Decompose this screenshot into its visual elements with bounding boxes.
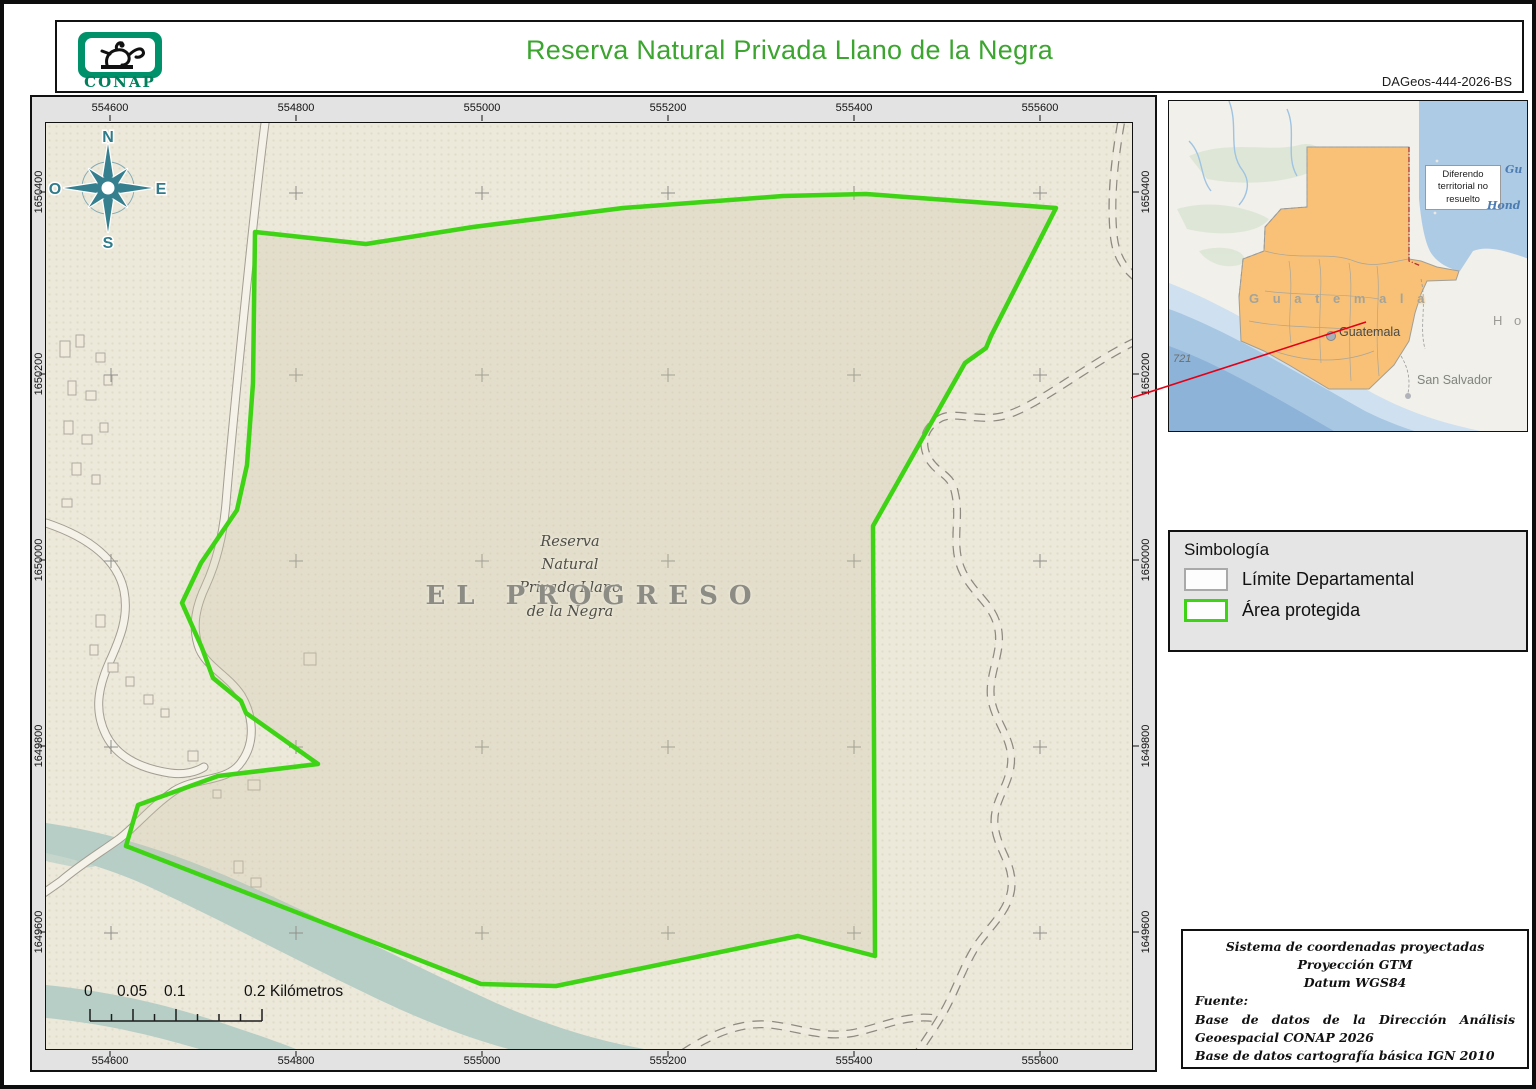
- grid-label-top: 555400: [836, 102, 873, 114]
- inset-san-salvador-label: San Salvador: [1417, 373, 1492, 387]
- city-dot-icon: [1326, 331, 1336, 341]
- source-heading: Fuente:: [1195, 992, 1515, 1010]
- scale-unit-label: 0.2 Kilómetros: [244, 983, 343, 1001]
- compass-rose-icon: N E S O: [49, 129, 167, 252]
- grid-label-right: 1649600: [1140, 911, 1152, 954]
- grid-label-left: 1650200: [33, 353, 45, 396]
- scale-bar: 0 0.05 0.1 0.2 Kilómetros: [84, 983, 414, 1039]
- grid-label-right: 1650200: [1140, 353, 1152, 396]
- city-dot-icon: [1405, 393, 1411, 399]
- grid-label-right: 1649800: [1140, 725, 1152, 768]
- grid-label-bottom: 555000: [464, 1055, 501, 1067]
- grid-label-right: 1650000: [1140, 539, 1152, 582]
- projection-line: Proyección GTM: [1195, 956, 1515, 974]
- inset-capital-label: Guatemala: [1339, 325, 1400, 339]
- grid-label-bottom: 554600: [92, 1055, 129, 1067]
- compass-e-label: E: [156, 181, 167, 198]
- grid-label-bottom: 555200: [650, 1055, 687, 1067]
- map-canvas: N E S O Reserva Natural Privada Llano de…: [45, 122, 1133, 1050]
- grid-label-left: 1649600: [33, 911, 45, 954]
- inset-locator-map: G u a t e m a l a Guatemala San Salvador…: [1168, 100, 1528, 432]
- compass-o-label: O: [49, 181, 61, 198]
- map-document-page: CONAP Reserva Natural Privada Llano de l…: [0, 0, 1536, 1089]
- grid-label-left: 1649800: [33, 725, 45, 768]
- grid-label-right: 1650400: [1140, 171, 1152, 214]
- conap-logo-text: CONAP: [71, 73, 169, 91]
- scale-ruler: [84, 1007, 294, 1025]
- scale-tick-label: 0.1: [164, 983, 186, 1001]
- legend-item-protected-area: Área protegida: [1184, 599, 1512, 622]
- grid-label-bottom: 555600: [1022, 1055, 1059, 1067]
- departmental-boundary-swatch: [1184, 568, 1228, 591]
- legend-item-departmental: Límite Departamental: [1184, 568, 1512, 591]
- source-line-1: Base de datos de la Dirección Análisis G…: [1195, 1011, 1515, 1047]
- page-title: Reserva Natural Privada Llano de la Negr…: [526, 35, 1053, 66]
- source-line-2: Base de datos cartografía básica IGN 201…: [1195, 1047, 1515, 1065]
- scale-tick-label: 0.05: [117, 983, 147, 1001]
- scale-tick-label: 0: [84, 983, 93, 1001]
- grid-label-bottom: 555400: [836, 1055, 873, 1067]
- inset-road-number: 721: [1173, 353, 1191, 365]
- inset-gulf-label2: Gu: [1505, 163, 1522, 176]
- credits-panel: Sistema de coordenadas proyectadas Proye…: [1181, 929, 1529, 1069]
- grid-label-top: 554800: [278, 102, 315, 114]
- inset-country-label: G u a t e m a l a: [1249, 291, 1429, 306]
- grid-label-top: 555200: [650, 102, 687, 114]
- grid-label-top: 555600: [1022, 102, 1059, 114]
- grid-label-left: 1650000: [33, 539, 45, 582]
- inset-gulf-label: Hond: [1487, 199, 1520, 212]
- grid-label-top: 554600: [92, 102, 129, 114]
- coord-system-line: Sistema de coordenadas proyectadas: [1195, 938, 1515, 956]
- grid-label-bottom: 554800: [278, 1055, 315, 1067]
- compass-s-label: S: [103, 235, 114, 252]
- map-frame: 554600 554800 555000 555200 555400 55560…: [30, 95, 1157, 1072]
- document-code: DAGeos-444-2026-BS: [1382, 74, 1512, 89]
- legend-title: Simbología: [1184, 540, 1512, 560]
- inset-honduras-label: H o: [1493, 313, 1525, 328]
- grid-label-top: 555000: [464, 102, 501, 114]
- datum-line: Datum WGS84: [1195, 974, 1515, 992]
- legend: Simbología Límite Departamental Área pro…: [1168, 530, 1528, 652]
- protected-area-swatch: [1184, 599, 1228, 622]
- header: CONAP Reserva Natural Privada Llano de l…: [55, 20, 1524, 93]
- department-label: EL PROGRESO: [425, 581, 762, 611]
- grid-label-left: 1650400: [33, 171, 45, 214]
- compass-n-label: N: [102, 129, 114, 146]
